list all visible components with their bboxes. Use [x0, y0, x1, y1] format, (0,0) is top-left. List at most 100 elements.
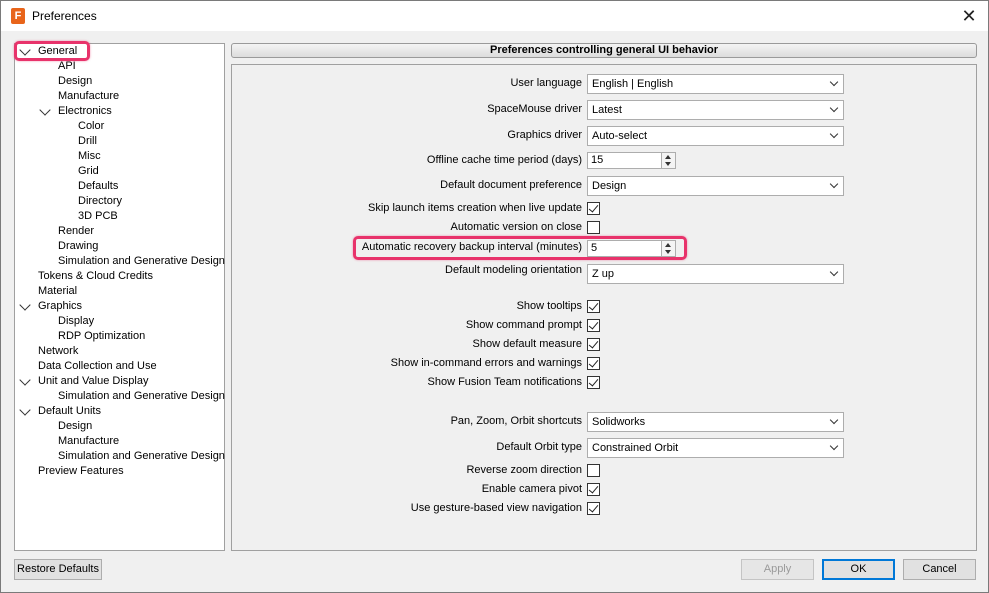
show-errors-label: Show in-command errors and warnings: [390, 357, 582, 369]
tree-item-label: Render: [58, 225, 95, 237]
tree-item-label: Drill: [78, 135, 97, 147]
tree-item[interactable]: RDP Optimization: [58, 329, 145, 344]
show-team-notif-checkbox[interactable]: [587, 376, 600, 389]
apply-button[interactable]: Apply: [741, 559, 814, 580]
tree-item[interactable]: Color: [78, 119, 104, 134]
tree-item-label: Misc: [78, 150, 101, 162]
tree-item[interactable]: Electronics: [39, 104, 112, 119]
tree-item[interactable]: Drawing: [58, 239, 98, 254]
pan-zoom-select[interactable]: Solidworks: [587, 412, 844, 432]
tree-item[interactable]: API: [58, 59, 76, 74]
camera-pivot-label: Enable camera pivot: [481, 483, 582, 495]
tree-item[interactable]: Data Collection and Use: [38, 359, 157, 374]
camera-pivot-checkbox[interactable]: [587, 483, 600, 496]
tree-item[interactable]: Misc: [78, 149, 101, 164]
cancel-button[interactable]: Cancel: [903, 559, 976, 580]
tree-item-label: Data Collection and Use: [38, 360, 157, 372]
tree-item-label: Simulation and Generative Design: [58, 390, 225, 402]
tree-item-label: Manufacture: [58, 90, 120, 102]
tree-item[interactable]: Simulation and Generative Design: [58, 389, 225, 404]
orbit-type-label: Default Orbit type: [496, 441, 582, 453]
panel-title: Preferences controlling general UI behav…: [231, 43, 977, 58]
skip-launch-checkbox[interactable]: [587, 202, 600, 215]
default-doc-select[interactable]: Design: [587, 176, 844, 196]
tree-item[interactable]: Default Units: [19, 404, 101, 419]
tree-item[interactable]: Preview Features: [38, 464, 124, 479]
tree-item[interactable]: Network: [38, 344, 78, 359]
graphics-driver-select[interactable]: Auto-select: [587, 126, 844, 146]
reverse-zoom-label: Reverse zoom direction: [466, 464, 582, 476]
tree-item[interactable]: Drill: [78, 134, 97, 149]
chevron-down-icon[interactable]: [19, 374, 31, 386]
spinner-buttons[interactable]: [661, 241, 675, 256]
chevron-down-icon: [829, 441, 839, 451]
tree-item-label: Design: [58, 75, 93, 87]
tree-item[interactable]: Material: [38, 284, 77, 299]
orbit-type-select[interactable]: Constrained Orbit: [587, 438, 844, 458]
close-icon[interactable]: ✕: [958, 5, 980, 27]
tree-item[interactable]: Tokens & Cloud Credits: [38, 269, 153, 284]
auto-recovery-label: Automatic recovery backup interval (minu…: [361, 241, 582, 253]
tree-item-label: Drawing: [58, 240, 99, 252]
auto-recovery-value: 5: [591, 242, 598, 254]
tree-item[interactable]: Manufacture: [58, 89, 119, 104]
spin-down-icon[interactable]: [665, 162, 671, 166]
tree-item[interactable]: Design: [58, 74, 92, 89]
chevron-down-icon: [829, 103, 839, 113]
show-errors-checkbox[interactable]: [587, 357, 600, 370]
reverse-zoom-checkbox[interactable]: [587, 464, 600, 477]
spin-up-icon[interactable]: [665, 155, 671, 159]
show-cmd-prompt-label: Show command prompt: [465, 319, 582, 331]
tree-item[interactable]: Directory: [78, 194, 122, 209]
auto-recovery-spinner[interactable]: 5: [587, 240, 676, 257]
chevron-down-icon[interactable]: [19, 404, 31, 416]
spinner-buttons[interactable]: [661, 153, 675, 168]
skip-launch-label: Skip launch items creation when live upd…: [367, 202, 582, 214]
tree-item-label: Preview Features: [38, 465, 124, 477]
modeling-orientation-select[interactable]: Z up: [587, 264, 844, 284]
restore-defaults-button[interactable]: Restore Defaults: [14, 559, 102, 580]
spin-down-icon[interactable]: [665, 250, 671, 254]
auto-version-checkbox[interactable]: [587, 221, 600, 234]
chevron-down-icon: [829, 179, 839, 189]
tree-item-label: Display: [58, 315, 95, 327]
tree-item[interactable]: Grid: [78, 164, 99, 179]
show-cmd-prompt-checkbox[interactable]: [587, 319, 600, 332]
chevron-down-icon[interactable]: [39, 104, 51, 116]
gesture-nav-checkbox[interactable]: [587, 502, 600, 515]
tree-item-label: Default Units: [38, 405, 101, 417]
offline-cache-spinner[interactable]: 15: [587, 152, 676, 169]
preferences-tree[interactable]: General API Design Manufacture Electronics Co…: [14, 43, 225, 551]
tree-item-label: Electronics: [58, 105, 112, 117]
ok-button[interactable]: OK: [822, 559, 895, 580]
tree-item-label: Grid: [78, 165, 99, 177]
spacemouse-select[interactable]: Latest: [587, 100, 844, 120]
title-bar: F Preferences ✕: [1, 1, 988, 31]
chevron-down-icon: [829, 77, 839, 87]
offline-cache-value: 15: [591, 154, 604, 166]
tree-item-label: Graphics: [38, 300, 83, 312]
tree-item-label: Manufacture: [58, 435, 120, 447]
modeling-orientation-value: Z up: [592, 268, 615, 280]
tree-item[interactable]: Defaults: [78, 179, 118, 194]
user-language-label: User language: [510, 77, 582, 89]
tree-item[interactable]: Display: [58, 314, 94, 329]
show-tooltips-checkbox[interactable]: [587, 300, 600, 313]
offline-cache-label: Offline cache time period (days): [426, 154, 582, 166]
tree-item[interactable]: Simulation and Generative Design: [58, 449, 225, 464]
general-highlight-box: [14, 41, 90, 61]
pan-zoom-value: Solidworks: [592, 416, 646, 428]
tree-item[interactable]: Graphics: [19, 299, 83, 314]
tree-item[interactable]: Unit and Value Display: [19, 374, 148, 389]
tree-item[interactable]: Manufacture: [58, 434, 119, 449]
chevron-down-icon[interactable]: [19, 299, 31, 311]
tree-item-label: Simulation and Generative Design: [58, 255, 225, 267]
spin-up-icon[interactable]: [665, 243, 671, 247]
tree-item[interactable]: 3D PCB: [78, 209, 118, 224]
tree-item[interactable]: Simulation and Generative Design: [58, 254, 225, 269]
tree-item[interactable]: Design: [58, 419, 92, 434]
user-language-select[interactable]: English | English: [587, 74, 844, 94]
chevron-down-icon: [829, 267, 839, 277]
show-default-measure-checkbox[interactable]: [587, 338, 600, 351]
tree-item[interactable]: Render: [58, 224, 94, 239]
